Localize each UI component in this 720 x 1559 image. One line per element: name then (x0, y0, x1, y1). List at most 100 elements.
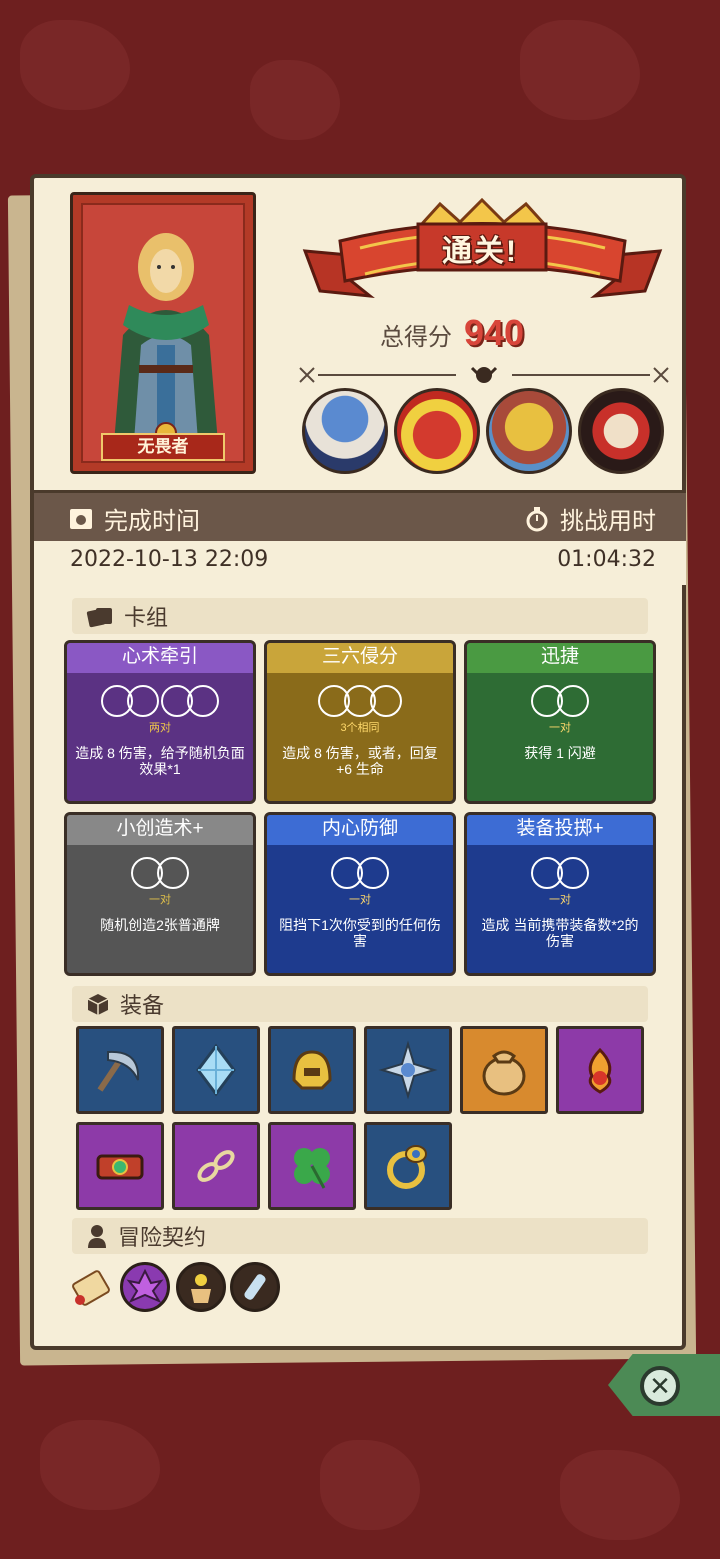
background-shape (320, 1440, 420, 1530)
ring-pair (131, 857, 189, 889)
card-dice-slots (267, 857, 453, 889)
bracer-icon[interactable] (76, 1122, 164, 1210)
background-shape (250, 60, 340, 140)
card-condition: 一对 (549, 894, 571, 906)
scroll-graphic (72, 1270, 110, 1306)
card-description: 造成 8 伤害，给予随机负面效果*1 (75, 745, 245, 777)
ring-pair (161, 685, 219, 717)
boss-yellow-beast-icon (486, 388, 572, 474)
clover-graphic (294, 1148, 330, 1189)
challenge-time-label-text: 挑战用时 (560, 508, 656, 535)
ring-pair (531, 857, 589, 889)
complete-time-label-text: 完成时间 (104, 508, 200, 535)
card-name: 小创造术+ (67, 815, 253, 845)
card-description: 获得 1 闪避 (524, 745, 596, 761)
card-dice-slots (467, 857, 653, 889)
deck-card[interactable]: 心术牵引 两对 造成 8 伤害，给予随机负面效果*1 (64, 640, 256, 804)
hero-portrait (81, 203, 245, 463)
helmet-graphic (292, 1050, 332, 1090)
scroll-icon[interactable] (66, 1262, 116, 1312)
hero-name: 无畏者 (101, 433, 225, 461)
card-description: 造成 当前携带装备数*2的伤害 (481, 917, 639, 949)
background-shape (560, 1450, 680, 1540)
coin-bag-icon[interactable] (460, 1026, 548, 1114)
card-description: 造成 8 伤害，或者，回复 +6 生命 (282, 745, 438, 777)
compass-graphic (378, 1040, 438, 1100)
ring-pair (101, 685, 159, 717)
helmet-icon[interactable] (268, 1026, 356, 1114)
contracts-title: 冒险契约 (118, 1225, 207, 1250)
deck-card[interactable]: 装备投掷+ 一对 造成 当前携带装备数*2的伤害 (464, 812, 656, 976)
challenge-time-value: 01:04:32 (557, 547, 656, 572)
banner-title: 通关! (442, 235, 518, 268)
coin-bag-graphic (482, 1050, 526, 1096)
box-icon (87, 994, 109, 1015)
card-description: 随机创造2张普通牌 (100, 917, 220, 933)
vial-icon[interactable] (230, 1262, 280, 1312)
card-name: 心术牵引 (67, 643, 253, 673)
deck-section-header: 卡组 (72, 598, 648, 634)
dice-slot (157, 857, 189, 889)
card-condition: 两对 (149, 722, 171, 734)
divider-ornament-icon (299, 366, 669, 383)
equipment-title: 装备 (120, 993, 165, 1018)
hero-illustration (113, 233, 219, 455)
close-icon[interactable]: ✕ (640, 1366, 680, 1406)
creature-graphic (126, 1268, 164, 1304)
card-condition: 一对 (149, 894, 171, 906)
crystal-graphic (196, 1043, 236, 1097)
compass-star-icon[interactable] (364, 1026, 452, 1114)
bracer-graphic (96, 1154, 144, 1180)
card-condition: 一对 (549, 722, 571, 734)
dice-slot (127, 685, 159, 717)
complete-time-label: 完成时间 (68, 501, 200, 536)
scythe-icon[interactable] (76, 1026, 164, 1114)
card-condition: 3个相同 (340, 722, 380, 734)
background-shape (20, 20, 130, 110)
boss-red-demon-icon (394, 388, 480, 474)
hero-card: 无畏者 (70, 192, 256, 474)
background-shape (520, 20, 640, 120)
deck-card[interactable]: 小创造术+ 一对 随机创造2张普通牌 (64, 812, 256, 976)
dice-slot (187, 685, 219, 717)
stopwatch-icon (526, 506, 548, 531)
deck-title: 卡组 (124, 605, 169, 630)
clover-icon[interactable] (268, 1122, 356, 1210)
card-dice-slots (467, 685, 653, 717)
card-name: 装备投掷+ (467, 815, 653, 845)
fire-bottle-icon[interactable] (556, 1026, 644, 1114)
card-dice-slots (67, 685, 253, 717)
crystal-icon[interactable] (172, 1026, 260, 1114)
deck-card[interactable]: 三六侵分 3个相同 造成 8 伤害，或者，回复 +6 生命 (264, 640, 456, 804)
boss-tribal-mask-icon (578, 388, 664, 474)
deck-card[interactable]: 内心防御 一对 阻挡下1次你受到的任何伤害 (264, 812, 456, 976)
equipment-section-header: 装备 (72, 986, 648, 1022)
chain-icon[interactable] (172, 1122, 260, 1210)
score-value: 940 (464, 312, 525, 353)
ring-graphic (387, 1145, 427, 1189)
scythe-graphic (97, 1050, 140, 1092)
card-description: 阻挡下1次你受到的任何伤害 (279, 917, 441, 949)
vial-graphic (244, 1274, 266, 1300)
deck-card[interactable]: 迅捷 一对 获得 1 闪避 (464, 640, 656, 804)
card-name: 内心防御 (267, 815, 453, 845)
dice-slot (557, 685, 589, 717)
card-condition: 一对 (349, 894, 371, 906)
chain-graphic (197, 1150, 235, 1182)
dice-slot (357, 857, 389, 889)
person-icon (88, 1225, 106, 1248)
dice-slot (370, 685, 402, 717)
background-shape (40, 1420, 160, 1510)
contracts-section-header: 冒险契约 (72, 1218, 648, 1254)
ring-icon[interactable] (364, 1122, 452, 1210)
purple-creature-icon[interactable] (120, 1262, 170, 1312)
ring-pair (331, 857, 389, 889)
card-name: 迅捷 (467, 643, 653, 673)
flower-pot-icon[interactable] (176, 1262, 226, 1312)
defeated-bosses (302, 388, 664, 474)
card-dice-slots (67, 857, 253, 889)
fire-bottle-graphic (588, 1047, 612, 1094)
card-name: 三六侵分 (267, 643, 453, 673)
challenge-time-label: 挑战用时 (524, 501, 656, 536)
ring-pair (531, 685, 589, 717)
